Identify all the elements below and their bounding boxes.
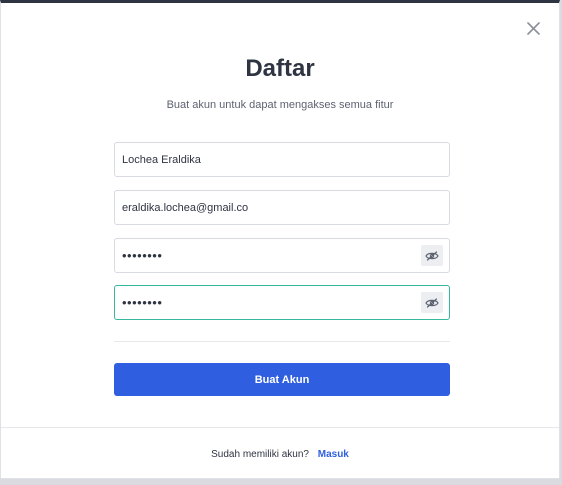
create-account-button[interactable]: Buat Akun	[114, 363, 450, 396]
form-divider	[114, 341, 450, 342]
email-field[interactable]	[114, 190, 450, 225]
eye-slash-icon	[425, 297, 439, 308]
password-input[interactable]	[115, 239, 412, 272]
name-field[interactable]	[114, 142, 450, 177]
login-prompt: Sudah memiliki akun?	[211, 449, 309, 460]
modal-title: Daftar	[245, 55, 315, 82]
close-button[interactable]	[524, 19, 542, 37]
modal-footer: Sudah memiliki akun? Masuk	[1, 449, 559, 460]
toggle-password-visibility-button[interactable]	[421, 245, 443, 266]
password-field[interactable]	[114, 238, 450, 273]
login-link[interactable]: Masuk	[318, 449, 349, 460]
toggle-confirm-password-visibility-button[interactable]	[421, 292, 443, 313]
footer-divider	[1, 427, 559, 428]
modal-subtitle: Buat akun untuk dapat mengakses semua fi…	[166, 99, 394, 111]
name-input[interactable]	[115, 143, 412, 176]
email-input[interactable]	[115, 191, 412, 224]
confirm-password-input[interactable]	[115, 286, 412, 319]
close-icon	[526, 21, 540, 35]
confirm-password-field[interactable]	[114, 285, 450, 320]
register-modal: Daftar Buat akun untuk dapat mengakses s…	[0, 0, 560, 479]
eye-slash-icon	[425, 250, 439, 261]
